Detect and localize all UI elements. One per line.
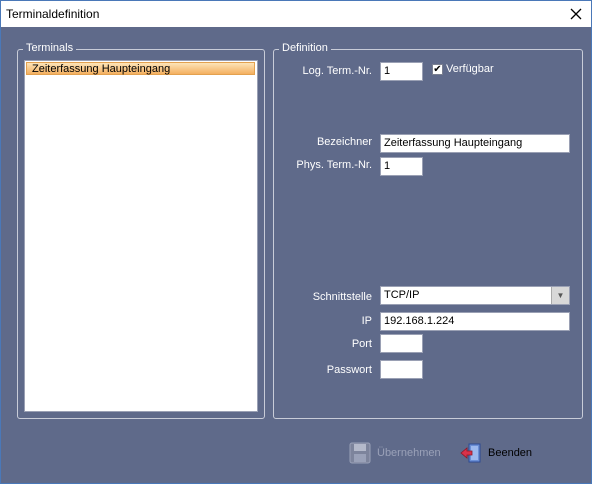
- password-field[interactable]: [380, 360, 423, 379]
- definition-group: Definition: [273, 42, 583, 419]
- quit-button[interactable]: Beenden: [460, 442, 532, 464]
- port-field[interactable]: [380, 334, 423, 353]
- log-term-nr-field[interactable]: 1: [380, 62, 423, 81]
- name-field[interactable]: Zeiterfassung Haupteingang: [380, 134, 570, 153]
- close-icon[interactable]: [561, 1, 591, 27]
- available-label: Verfügbar: [446, 63, 494, 75]
- ip-label: IP: [361, 315, 372, 327]
- list-item[interactable]: Zeiterfassung Haupteingang: [26, 62, 255, 75]
- interface-label: Schnittstelle: [312, 291, 372, 303]
- interface-value: TCP/IP: [384, 289, 420, 301]
- terminals-legend: Terminals: [23, 42, 77, 54]
- password-label: Passwort: [326, 364, 372, 376]
- quit-label: Beenden: [488, 447, 533, 459]
- terminal-list[interactable]: Zeiterfassung Haupteingang: [24, 60, 258, 412]
- definition-legend: Definition: [279, 42, 331, 54]
- available-checkbox[interactable]: ✔: [432, 64, 443, 75]
- terminal-definition-window: Terminaldefinition Terminals Zeiterfassu…: [0, 0, 592, 484]
- floppy-disk-icon: [349, 442, 371, 464]
- name-label: Bezeichner: [316, 136, 372, 148]
- phys-term-nr-label: Phys. Term.-Nr.: [296, 159, 372, 171]
- interface-select[interactable]: TCP/IP ▼: [380, 286, 570, 305]
- port-label: Port: [351, 338, 372, 350]
- apply-label: Übernehmen: [377, 447, 441, 459]
- window-title: Terminaldefinition: [6, 7, 100, 21]
- title-bar: Terminaldefinition: [1, 1, 591, 27]
- terminals-group: Terminals Zeiterfassung Haupteingang: [17, 42, 265, 419]
- phys-term-nr-field[interactable]: 1: [380, 157, 423, 176]
- exit-door-icon: [460, 442, 482, 464]
- chevron-down-icon[interactable]: ▼: [551, 287, 569, 304]
- ip-field[interactable]: 192.168.1.224: [380, 312, 570, 331]
- log-term-nr-label: Log. Term.-Nr.: [302, 65, 373, 77]
- apply-button[interactable]: Übernehmen: [349, 442, 441, 464]
